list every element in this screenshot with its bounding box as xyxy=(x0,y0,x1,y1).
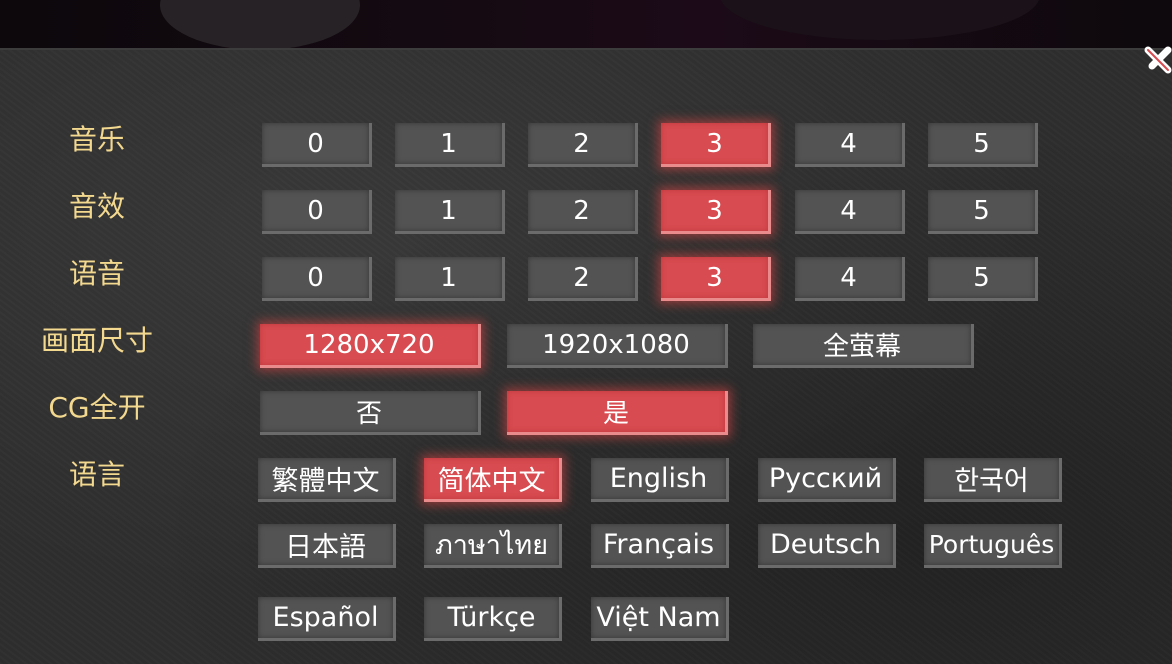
cg-unlock-label: CG全开 xyxy=(48,391,146,424)
language-option-french[interactable]: Français xyxy=(591,524,729,568)
voice-volume-option-3[interactable]: 3 xyxy=(661,257,771,301)
close-button[interactable] xyxy=(1142,42,1172,78)
music-volume-option-4[interactable]: 4 xyxy=(795,123,905,167)
screen-size-label: 画面尺寸 xyxy=(40,324,153,357)
background-shape xyxy=(160,0,360,50)
language-option-thai[interactable]: ภาษาไทย xyxy=(424,524,562,568)
background-scene xyxy=(0,0,1172,50)
cg-unlock-option-yes[interactable]: 是 xyxy=(507,391,728,435)
sfx-volume-label: 音效 xyxy=(68,190,125,223)
music-volume-option-0[interactable]: 0 xyxy=(262,123,372,167)
screen-size-option-fullscreen[interactable]: 全萤幕 xyxy=(753,324,974,368)
panel-divider xyxy=(0,48,1172,50)
language-option-spanish[interactable]: Español xyxy=(258,597,396,641)
screen-size-option-1920x1080[interactable]: 1920x1080 xyxy=(507,324,728,368)
music-volume-option-1[interactable]: 1 xyxy=(395,123,505,167)
screen-size-option-1280x720[interactable]: 1280x720 xyxy=(260,324,481,368)
voice-volume-label: 语音 xyxy=(68,257,125,290)
sfx-volume-option-4[interactable]: 4 xyxy=(795,190,905,234)
language-option-russian[interactable]: Русский xyxy=(758,458,896,502)
voice-volume-option-1[interactable]: 1 xyxy=(395,257,505,301)
music-volume-option-5[interactable]: 5 xyxy=(928,123,1038,167)
music-volume-option-2[interactable]: 2 xyxy=(528,123,638,167)
music-volume-option-3[interactable]: 3 xyxy=(661,123,771,167)
language-option-english[interactable]: English xyxy=(591,458,729,502)
voice-volume-option-5[interactable]: 5 xyxy=(928,257,1038,301)
language-option-vietnamese[interactable]: Việt Nam xyxy=(591,597,729,641)
background-shape xyxy=(720,0,1040,40)
sfx-volume-option-3[interactable]: 3 xyxy=(661,190,771,234)
sfx-volume-option-0[interactable]: 0 xyxy=(262,190,372,234)
language-option-portuguese[interactable]: Português xyxy=(924,524,1062,568)
music-volume-label: 音乐 xyxy=(68,123,125,156)
settings-screen: 音乐 音效 语音 画面尺寸 CG全开 语言 0 1 2 3 4 5 0 1 2 … xyxy=(0,0,1172,664)
language-option-traditional-chinese[interactable]: 繁體中文 xyxy=(258,458,396,502)
close-x-icon xyxy=(1144,46,1172,74)
sfx-volume-option-2[interactable]: 2 xyxy=(528,190,638,234)
language-option-turkish[interactable]: Türkçe xyxy=(424,597,562,641)
language-option-japanese[interactable]: 日本語 xyxy=(258,524,396,568)
cg-unlock-option-no[interactable]: 否 xyxy=(260,391,481,435)
sfx-volume-option-5[interactable]: 5 xyxy=(928,190,1038,234)
language-label: 语言 xyxy=(68,458,125,491)
voice-volume-option-2[interactable]: 2 xyxy=(528,257,638,301)
voice-volume-option-4[interactable]: 4 xyxy=(795,257,905,301)
voice-volume-option-0[interactable]: 0 xyxy=(262,257,372,301)
language-option-german[interactable]: Deutsch xyxy=(758,524,896,568)
language-option-korean[interactable]: 한국어 xyxy=(924,458,1062,502)
sfx-volume-option-1[interactable]: 1 xyxy=(395,190,505,234)
language-option-simplified-chinese[interactable]: 简体中文 xyxy=(424,458,562,502)
